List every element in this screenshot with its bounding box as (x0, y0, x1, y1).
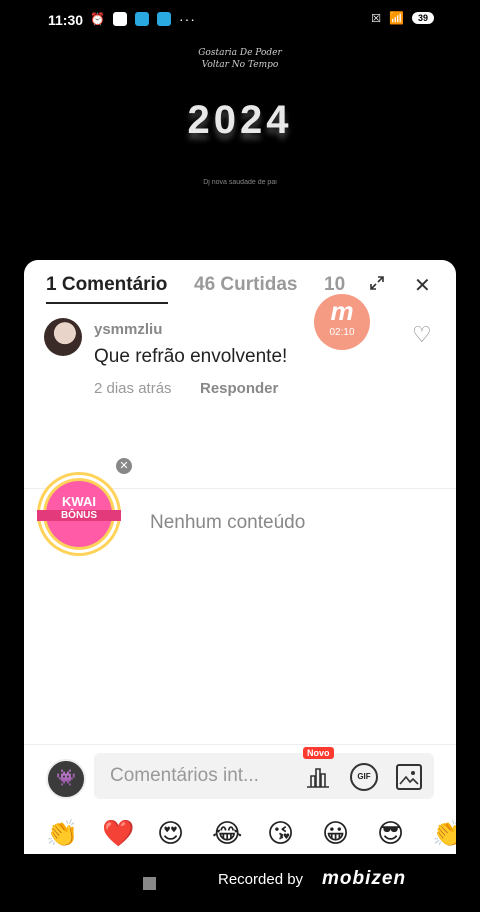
video-caption-line1: Gostaria De Poder (198, 48, 282, 58)
status-time: 11:30 (48, 12, 84, 28)
app-icon (134, 12, 149, 26)
battery-icon: 39 (411, 12, 434, 24)
video-tiny-text: Dj nova saudade de pai (203, 179, 277, 186)
sim-icon: ☒ (371, 12, 382, 25)
video-background[interactable]: Gostaria De Poder Voltar No Tempo 2024 D… (0, 40, 480, 260)
comment-text: Que refrão envolvente! (94, 346, 288, 367)
more-notifications-icon: ··· (178, 11, 196, 27)
close-icon[interactable]: ✕ (414, 273, 431, 298)
comment-item: ysmmzliu Que refrão envolvente! 2 dias a… (24, 310, 456, 410)
gif-icon[interactable]: GIF (350, 763, 378, 791)
bottom-bar: Recorded by mobizen (0, 854, 480, 912)
image-icon[interactable] (396, 764, 422, 790)
kiss-emoji[interactable]: 😘 (267, 818, 294, 849)
poll-icon[interactable] (306, 766, 330, 788)
game-icon (112, 12, 127, 26)
watermark-logo: mobizen (322, 868, 407, 889)
app-icon-2 (156, 12, 171, 26)
bonus-label: BÔNUS (37, 510, 121, 521)
video-caption-line2: Voltar No Tempo (201, 60, 279, 70)
status-bar: 11:30 ⏰ ··· ☒ 📶 39 (0, 0, 480, 40)
wifi-icon: 📶 (389, 11, 404, 25)
heart-emoji[interactable]: ❤️ (102, 818, 134, 849)
new-badge: Novo (303, 747, 334, 759)
watermark-text: Recorded by (218, 871, 304, 888)
comments-panel: 1 Comentário 46 Curtidas 10 ✕ m 02:10 ys… (24, 260, 456, 854)
heart-icon[interactable]: ♡ (412, 322, 432, 348)
clap-emoji[interactable]: 👏 (46, 818, 78, 849)
sunglasses-emoji[interactable]: 😎 (377, 818, 404, 849)
emoji-row: 👏 ❤️ 😍 😂 😘 😀 😎 👏 (24, 818, 456, 854)
reply-button[interactable]: Responder (200, 380, 278, 397)
tab-comments[interactable]: 1 Comentário (46, 274, 167, 296)
expand-icon[interactable] (370, 276, 384, 290)
video-year-text: 2024 (187, 98, 293, 142)
avatar[interactable] (44, 318, 82, 356)
alarm-icon: ⏰ (90, 12, 105, 26)
clap-emoji-2[interactable]: 👏 (432, 818, 456, 849)
kwai-bonus-button[interactable]: KWAI BÔNUS (37, 472, 121, 556)
kwai-close-icon[interactable]: ✕ (116, 458, 132, 474)
tab-shares[interactable]: 10 (324, 274, 345, 296)
grin-emoji[interactable]: 😀 (322, 818, 349, 849)
comment-input[interactable]: Comentários int... Novo GIF (94, 747, 434, 799)
comment-time: 2 dias atrás (94, 380, 172, 397)
comment-username[interactable]: ysmmzliu (94, 321, 162, 338)
notification-icons: ⏰ ··· (90, 11, 196, 27)
tab-likes[interactable]: 46 Curtidas (194, 274, 297, 296)
my-avatar: 👾 (46, 759, 86, 799)
kwai-label: KWAI (62, 494, 96, 509)
system-icons: ☒ 📶 39 (371, 11, 434, 25)
panel-tabs: 1 Comentário 46 Curtidas 10 ✕ (24, 260, 456, 304)
heart-eyes-emoji[interactable]: 😍 (157, 818, 184, 849)
comment-placeholder: Comentários int... (110, 765, 259, 786)
comment-input-bar: 👾 Comentários int... Novo GIF (24, 744, 456, 801)
laughing-emoji[interactable]: 😂 (212, 818, 242, 849)
alien-icon: 👾 (56, 770, 76, 787)
empty-state-text: Nenhum conteúdo (150, 512, 306, 533)
recents-icon[interactable] (143, 877, 156, 890)
active-tab-indicator (46, 302, 168, 304)
